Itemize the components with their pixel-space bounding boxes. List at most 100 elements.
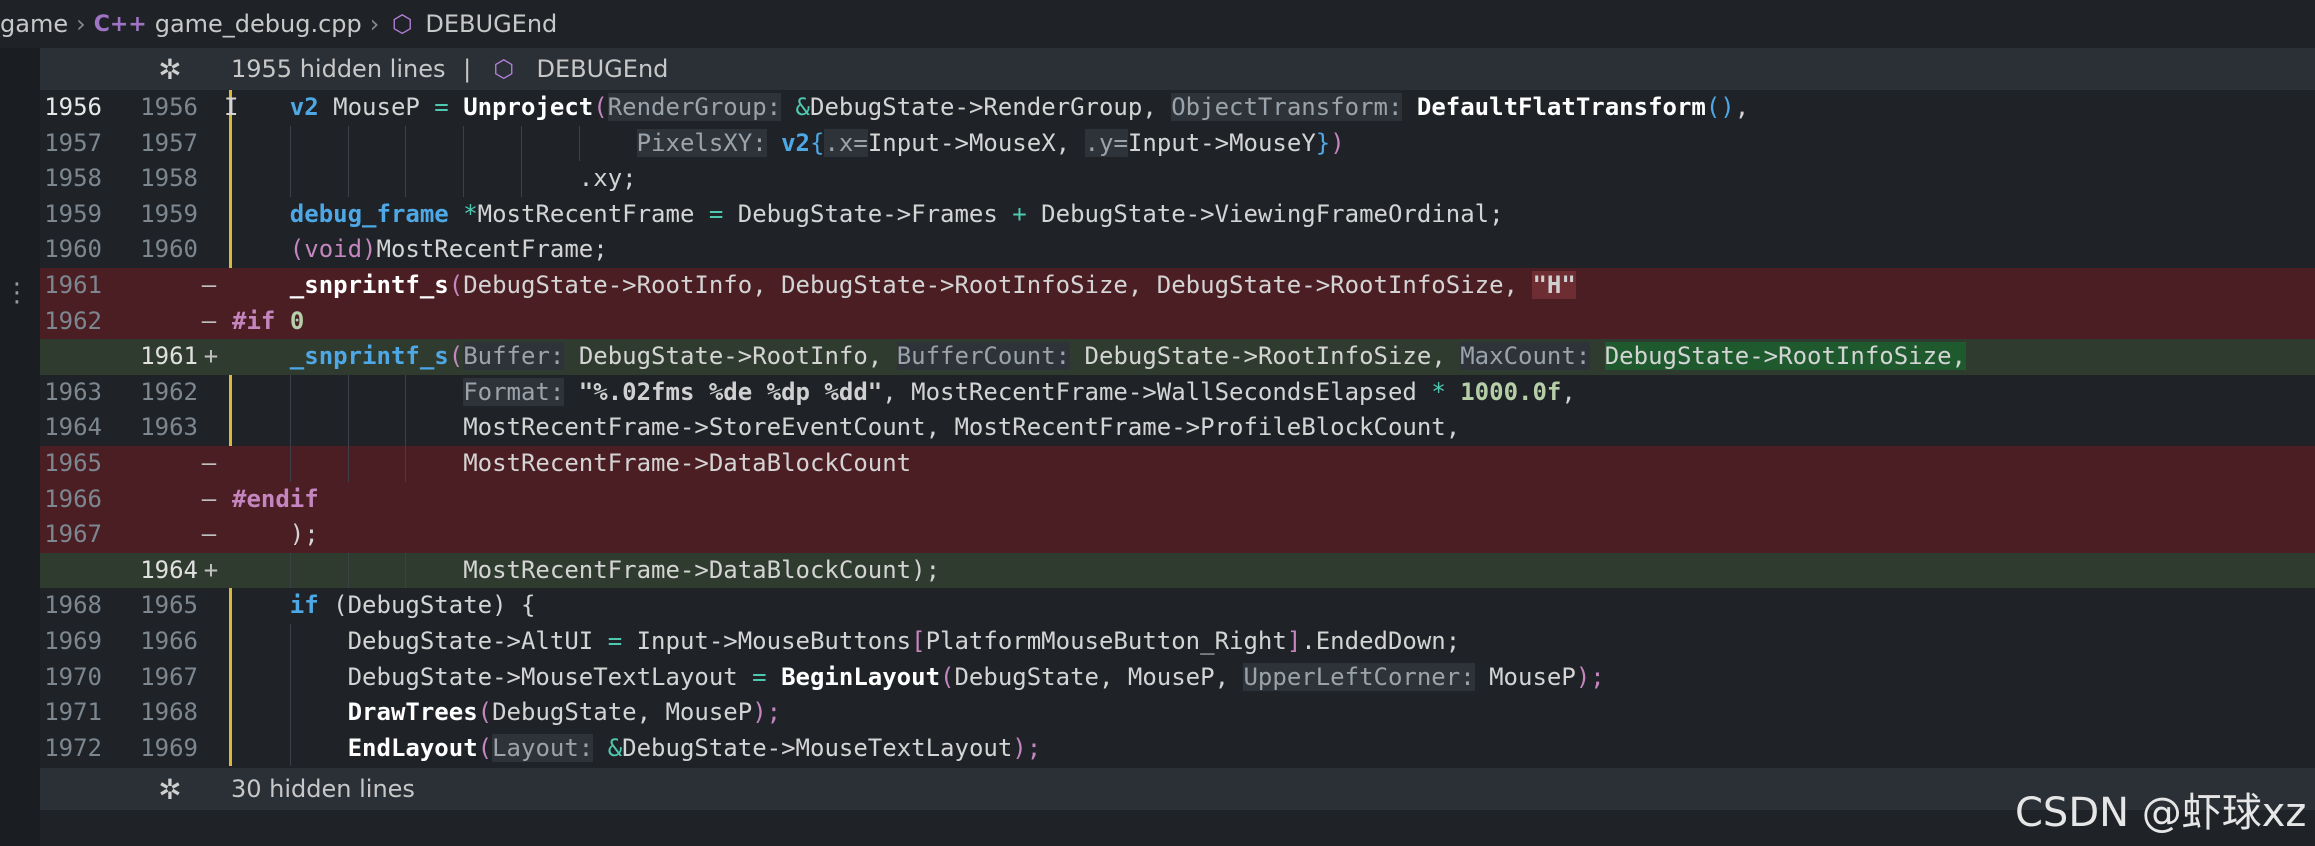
- modified-gutter-bar: [229, 125, 232, 162]
- code-token: 1000.0f: [1460, 377, 1562, 406]
- hidden-lines-bar-bottom[interactable]: ✲ 30 hidden lines: [40, 768, 2315, 810]
- line-number-modified: 1965: [140, 591, 198, 620]
- code-token: Format:: [463, 377, 565, 406]
- code-line[interactable]: 1964 1963 MostRecentFrame->StoreEventCount…: [40, 410, 2315, 446]
- diff-editor[interactable]: 1956 1956 Iv2 MouseP = Unproject(RenderGro…: [40, 90, 2315, 767]
- code-token: (DebugState) {: [318, 591, 536, 620]
- code-text[interactable]: MostRecentFrame->StoreEventCount, MostRe…: [463, 410, 1460, 446]
- code-token: {: [810, 128, 825, 157]
- code-line[interactable]: 1971 1968 DrawTrees(DebugState, MouseP);: [40, 695, 2315, 731]
- code-line[interactable]: 1964 + MostRecentFrame->DataBlockCount);: [40, 552, 2315, 589]
- code-token: DebugState->RootInfo,: [578, 342, 897, 371]
- code-line[interactable]: 1960 1960 (void)MostRecentFrame;: [40, 232, 2315, 268]
- breadcrumb-project[interactable]: game: [0, 10, 68, 38]
- code-text[interactable]: .xy;: [579, 161, 637, 197]
- indent-guide: [289, 125, 291, 162]
- line-number-modified: 1967: [140, 662, 198, 691]
- code-text[interactable]: _snprintf_s(DebugState->RootInfo, DebugS…: [290, 268, 1576, 304]
- code-token: (: [448, 270, 464, 299]
- modified-gutter-bar: [229, 730, 232, 767]
- indent-guide: [289, 445, 291, 482]
- code-text[interactable]: debug_frame *MostRecentFrame = DebugStat…: [290, 197, 1504, 233]
- code-token: BufferCount:: [896, 342, 1071, 371]
- code-line[interactable]: 1961 — _snprintf_s(DebugState->RootInfo, D…: [40, 267, 2315, 304]
- code-line[interactable]: 1963 1962 Format: "%.02fms %de %dp %dd", M…: [40, 374, 2315, 411]
- indent-guide: [463, 125, 465, 162]
- code-line[interactable]: 1965 — MostRecentFrame->DataBlockCount: [40, 445, 2315, 482]
- line-number-original: 1960: [44, 235, 102, 264]
- code-text[interactable]: #endif: [232, 482, 319, 518]
- indent-guide: [405, 410, 407, 446]
- hidden-lines-bar-top[interactable]: ✲ 1955 hidden lines | ⬡ DEBUGEnd: [40, 48, 2315, 90]
- indent-guide: [347, 410, 349, 446]
- code-text[interactable]: PixelsXY: v2{.x=Input->MouseX, .y=Input-…: [636, 126, 1345, 162]
- code-token: MostRecentFrame->StoreEventCount, MostRe…: [463, 413, 1461, 442]
- delete-marker: —: [201, 270, 217, 299]
- line-number-modified: 1966: [140, 626, 198, 655]
- code-token: =: [434, 93, 449, 121]
- line-number-original: 1971: [44, 698, 102, 727]
- line-number-modified: 1963: [140, 413, 198, 442]
- code-token: =: [752, 662, 767, 691]
- code-token: DebugState, MouseP: [492, 698, 753, 727]
- code-token: &: [795, 93, 810, 121]
- code-line[interactable]: 1962 — #if 0: [40, 303, 2315, 340]
- code-token: );: [911, 555, 941, 584]
- breadcrumb-file[interactable]: game_debug.cpp: [155, 10, 362, 38]
- code-token: (): [1705, 93, 1735, 121]
- code-text[interactable]: EndLayout(Layout: &DebugState->MouseText…: [348, 731, 1041, 767]
- code-token: DrawTrees: [347, 698, 478, 727]
- code-text[interactable]: DrawTrees(DebugState, MouseP);: [348, 695, 782, 731]
- code-text[interactable]: DebugState->MouseTextLayout = BeginLayou…: [348, 660, 1605, 696]
- code-token: );: [289, 520, 319, 549]
- expand-hidden-lines-icon[interactable]: ✲: [150, 773, 190, 806]
- line-number-original: 1963: [44, 377, 102, 406]
- code-line[interactable]: 1970 1967 DebugState->MouseTextLayout = Be…: [40, 659, 2315, 696]
- code-token: +: [1012, 199, 1027, 228]
- code-line[interactable]: 1957 1957 PixelsXY: v2{.x=Input->MouseX, .…: [40, 125, 2315, 162]
- expand-hidden-lines-icon[interactable]: ✲: [150, 53, 190, 86]
- code-text[interactable]: Format: "%.02fms %de %dp %dd", MostRecen…: [463, 375, 1576, 411]
- method-cube-icon: ⬡: [493, 55, 515, 83]
- line-number-original: 1972: [44, 733, 102, 762]
- code-token: v2: [289, 93, 319, 121]
- code-line[interactable]: 1968 1965 if (DebugState) {: [40, 588, 2315, 624]
- indent-guide: [405, 445, 407, 482]
- code-text[interactable]: (void)MostRecentFrame;: [290, 232, 608, 268]
- delete-marker: —: [201, 520, 217, 549]
- code-line[interactable]: 1961 + _snprintf_s(Buffer: DebugState->Roo…: [40, 339, 2315, 375]
- code-token: .x=: [824, 128, 868, 157]
- code-text[interactable]: MostRecentFrame->DataBlockCount);: [463, 553, 940, 589]
- code-text[interactable]: );: [290, 517, 319, 553]
- code-line[interactable]: 1966 — #endif: [40, 481, 2315, 518]
- code-text[interactable]: DebugState->AltUI = Input->MouseButtons[…: [348, 624, 1461, 660]
- modified-gutter-bar: [229, 161, 232, 197]
- code-text[interactable]: _snprintf_s(Buffer: DebugState->RootInfo…: [290, 339, 1966, 375]
- line-number-modified: 1962: [140, 377, 198, 406]
- code-token: void: [304, 235, 363, 264]
- code-text[interactable]: MostRecentFrame->DataBlockCount: [463, 446, 911, 482]
- code-line[interactable]: 1967 —);: [40, 517, 2315, 553]
- line-number-modified: 1957: [140, 128, 198, 157]
- indent-guide: [347, 445, 349, 482]
- code-line[interactable]: 1972 1969 EndLayout(Layout: &DebugState->M…: [40, 730, 2315, 767]
- code-text[interactable]: v2 MouseP = Unproject(RenderGroup: &Debu…: [290, 90, 1749, 126]
- indent-guide: [463, 161, 465, 197]
- code-line[interactable]: 1959 1959 debug_frame *MostRecentFrame = D…: [40, 196, 2315, 233]
- breadcrumb-symbol[interactable]: DEBUGEnd: [425, 10, 557, 38]
- code-token: ,: [1561, 377, 1576, 406]
- code-token: (: [477, 733, 493, 762]
- code-line[interactable]: 1958 1958 .xy;: [40, 161, 2315, 197]
- code-text[interactable]: #if 0: [232, 304, 304, 340]
- code-line[interactable]: 1956 1956 Iv2 MouseP = Unproject(RenderGro…: [40, 90, 2315, 126]
- code-text[interactable]: if (DebugState) {: [290, 588, 536, 624]
- line-number-original: 1962: [44, 306, 102, 335]
- indent-guide: [521, 125, 522, 162]
- code-token: DebugState->Frames: [723, 199, 1013, 228]
- code-token: PixelsXY:: [636, 128, 767, 157]
- code-line[interactable]: 1969 1966 DebugState->AltUI = Input->Mouse…: [40, 623, 2315, 660]
